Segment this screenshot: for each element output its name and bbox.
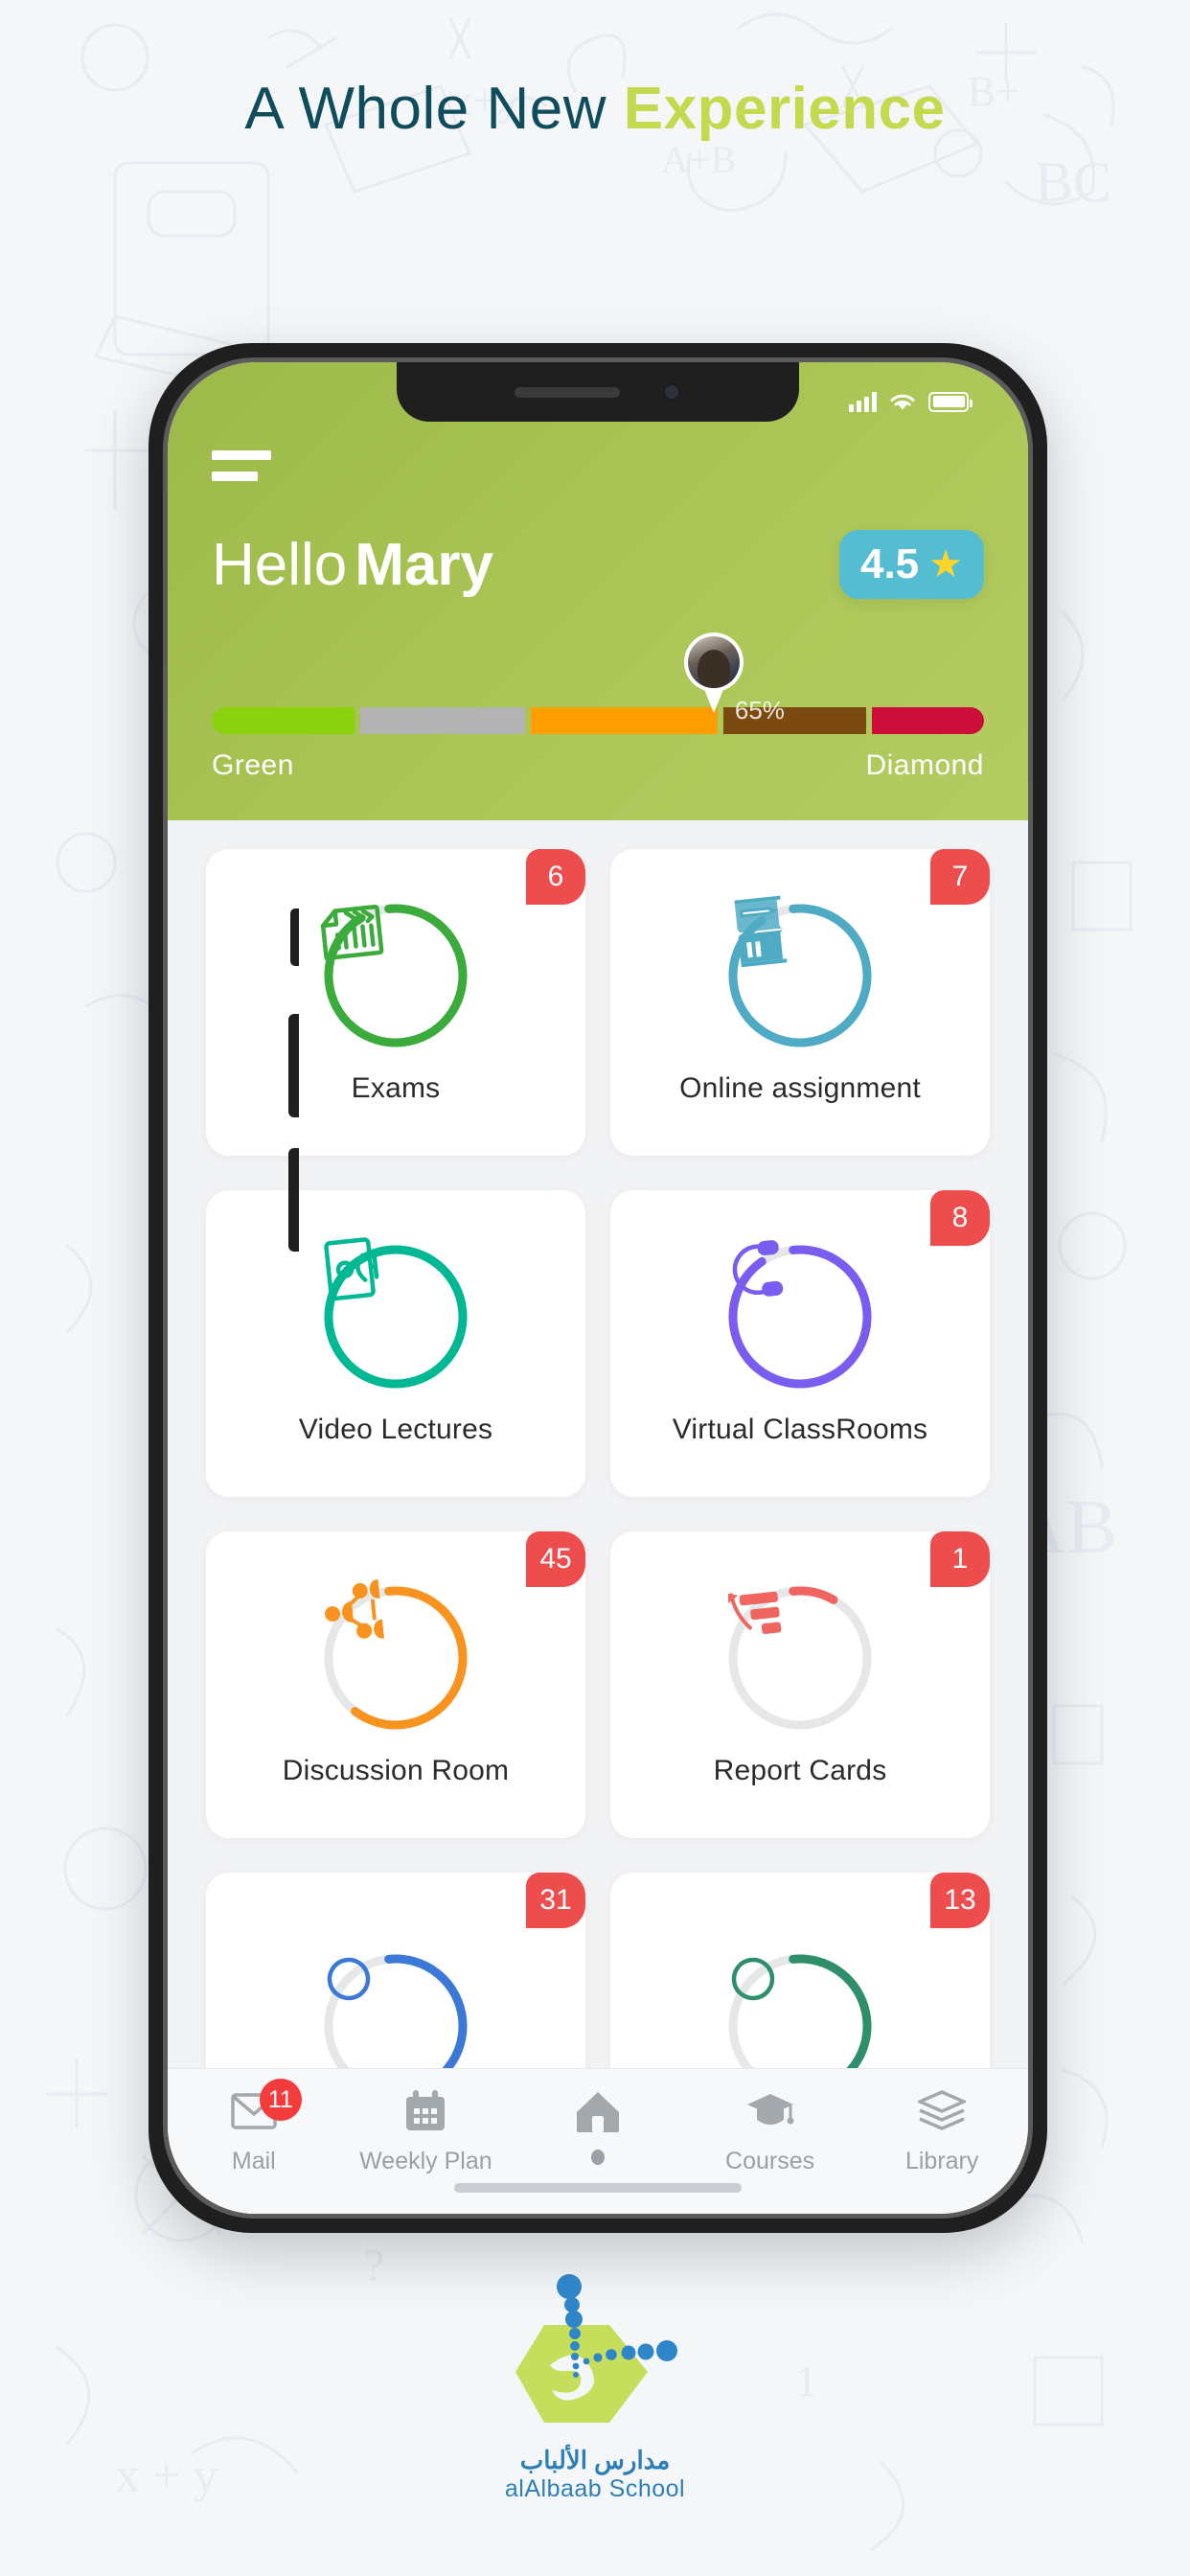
headphones-icon xyxy=(724,1240,876,1392)
alalbaab-school-logo xyxy=(515,2274,677,2423)
nav-label: Courses xyxy=(725,2148,815,2174)
nav-label: Mail xyxy=(231,2148,276,2174)
graduation-cap-icon xyxy=(745,2086,795,2136)
card-badge: 13 xyxy=(930,1873,990,1928)
card-label: Report Cards xyxy=(713,1755,887,1786)
dashboard-card[interactable]: 1 Report Cards xyxy=(610,1531,990,1838)
home-indicator xyxy=(454,2183,742,2193)
wifi-icon xyxy=(890,394,915,410)
nav-item-library[interactable]: Library xyxy=(860,2086,1023,2175)
headline-bold-text: Experience xyxy=(623,76,946,142)
phone-volume-up-button xyxy=(288,1014,299,1117)
battery-full-icon xyxy=(928,391,973,412)
nav-label: Weekly Plan xyxy=(359,2148,492,2174)
calendar-icon xyxy=(403,2086,447,2136)
group-discussion-icon xyxy=(320,1578,471,1734)
card-label: Online assignment xyxy=(679,1072,921,1104)
progress-bar[interactable] xyxy=(212,707,984,734)
books-stack-icon xyxy=(918,2086,967,2136)
card-badge: 6 xyxy=(526,849,585,905)
progress-ring xyxy=(724,1582,876,1734)
tier-start-label: Green xyxy=(212,749,294,781)
card-label: Virtual ClassRooms xyxy=(672,1414,928,1445)
card-badge: 7 xyxy=(930,849,990,905)
progress-ring xyxy=(320,1237,471,1392)
tier-end-label: Diamond xyxy=(865,749,984,781)
tier-labels: Green Diamond xyxy=(212,749,984,782)
dashboard-card[interactable]: 7 Online assignment xyxy=(610,849,990,1156)
headline-thin-text: A Whole New xyxy=(244,76,607,142)
phone-bezel: Hello Mary 4.5 ★ 65% Green Diamond 6 Exa… xyxy=(163,357,1033,2219)
video-lecture-icon xyxy=(320,1237,471,1392)
phone-volume-down-button xyxy=(288,1148,299,1252)
phone-screen: Hello Mary 4.5 ★ 65% Green Diamond 6 Exa… xyxy=(168,362,1028,2214)
school-name-english: alAlbaab School xyxy=(504,2475,686,2502)
cellular-signal-icon xyxy=(849,391,877,412)
active-indicator-dot xyxy=(590,2150,605,2165)
greeting-text: Hello Mary xyxy=(212,531,493,599)
star-icon: ★ xyxy=(928,543,963,586)
progress-ring xyxy=(320,900,471,1051)
nav-label: Library xyxy=(904,2148,979,2174)
nav-item-courses[interactable]: Courses xyxy=(689,2086,852,2175)
dashboard-grid: 6 Exams 7 Online assignment Video Lectures 8 V… xyxy=(206,849,990,2179)
user-avatar-pin[interactable] xyxy=(683,632,744,713)
home-icon xyxy=(574,2086,622,2136)
nav-item-home[interactable] xyxy=(516,2086,679,2165)
nav-item-mail[interactable]: 11 Mail xyxy=(172,2079,335,2175)
user-name: Mary xyxy=(355,531,494,598)
progress-ring xyxy=(724,895,876,1051)
dashboard-card[interactable]: 8 Virtual ClassRooms xyxy=(610,1190,990,1497)
card-badge: 8 xyxy=(930,1190,990,1246)
hamburger-menu-icon[interactable] xyxy=(212,450,271,493)
tier-progress: 65% Green Diamond xyxy=(212,632,984,782)
dashboard-card[interactable]: Video Lectures xyxy=(206,1190,585,1497)
bar-chart-growth-icon xyxy=(724,1582,876,1734)
rating-badge[interactable]: 4.5 ★ xyxy=(838,530,984,599)
nav-badge: 11 xyxy=(259,2079,302,2121)
checklist-document-icon xyxy=(320,900,471,1051)
dashboard-card[interactable]: 45 Discussion Room xyxy=(206,1531,585,1838)
card-badge: 31 xyxy=(526,1873,585,1928)
avatar-photo xyxy=(687,636,740,688)
earpiece-speaker xyxy=(515,386,620,398)
card-label: Video Lectures xyxy=(298,1414,493,1445)
progress-segment-silver xyxy=(359,707,525,734)
nav-item-weekly-plan[interactable]: Weekly Plan xyxy=(344,2086,507,2175)
progress-ring xyxy=(724,1240,876,1392)
book-pencil-icon xyxy=(724,895,876,1051)
page-headline: A Whole New Experience xyxy=(0,75,1190,143)
progress-ring xyxy=(320,1578,471,1734)
avatar xyxy=(683,632,744,692)
school-name-arabic: مدارس الألباب xyxy=(519,2446,671,2474)
greeting-row: Hello Mary 4.5 ★ xyxy=(212,530,984,599)
card-label: Exams xyxy=(351,1072,441,1104)
greeting-prefix: Hello xyxy=(212,531,348,598)
dashboard-card[interactable]: 6 Exams xyxy=(206,849,585,1156)
front-camera xyxy=(662,382,681,402)
progress-segment-green xyxy=(212,707,355,734)
card-label: Discussion Room xyxy=(282,1755,510,1786)
card-badge: 1 xyxy=(930,1531,990,1587)
phone-silent-switch xyxy=(290,908,299,966)
progress-segment-diamond xyxy=(871,707,984,734)
phone-notch xyxy=(397,362,799,422)
footer-logo: مدارس الألباب alAlbaab School xyxy=(0,2262,1190,2503)
svg-text:A+B: A+B xyxy=(661,138,736,181)
rating-value: 4.5 xyxy=(859,540,920,587)
svg-text:BC: BC xyxy=(1035,150,1111,214)
phone-mockup: Hello Mary 4.5 ★ 65% Green Diamond 6 Exa… xyxy=(149,343,1047,2233)
card-badge: 45 xyxy=(526,1531,585,1587)
